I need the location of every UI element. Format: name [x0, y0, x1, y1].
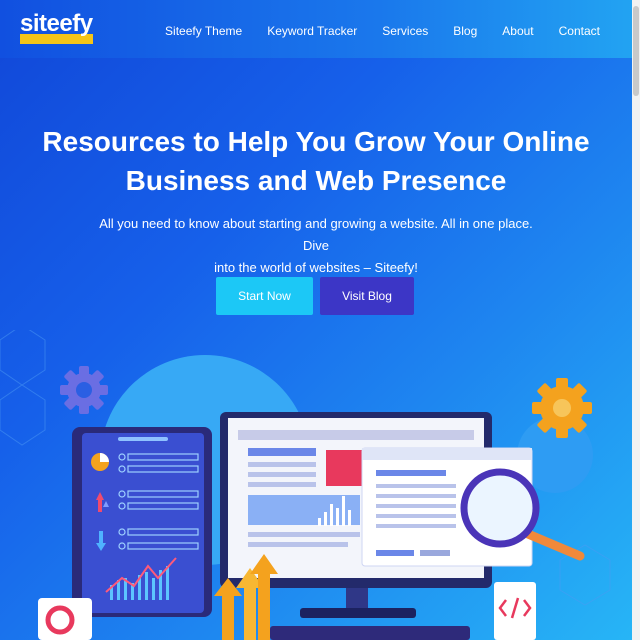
nav-item-keyword-tracker[interactable]: Keyword Tracker: [267, 24, 357, 38]
hero-subtitle-line-2: into the world of websites – Siteefy!: [214, 260, 418, 275]
hero-illustration: [0, 330, 611, 640]
hero-subtitle: All you need to know about starting and …: [90, 213, 542, 279]
start-now-button[interactable]: Start Now: [216, 277, 313, 315]
nav-item-services[interactable]: Services: [382, 24, 428, 38]
scrollbar-thumb[interactable]: [633, 6, 639, 96]
visit-blog-button[interactable]: Visit Blog: [320, 277, 414, 315]
gear-icon: [60, 366, 108, 414]
siteefy-logo[interactable]: siteefy: [20, 10, 94, 46]
main-nav: Siteefy Theme Keyword Tracker Services B…: [140, 24, 600, 38]
page-scrollbar[interactable]: [632, 0, 640, 640]
site-header: siteefy Siteefy Theme Keyword Tracker Se…: [0, 0, 632, 58]
keyboard: [270, 626, 470, 640]
gear-icon: [532, 378, 592, 438]
location-pin-icon: [38, 598, 92, 640]
pie-chart-icon: [91, 453, 109, 471]
nav-item-siteefy-theme[interactable]: Siteefy Theme: [165, 24, 242, 38]
nav-item-about[interactable]: About: [502, 24, 533, 38]
hero-title: Resources to Help You Grow Your Online B…: [20, 122, 612, 200]
hero-title-line-1: Resources to Help You Grow Your Online: [42, 126, 590, 157]
tablet-icon: [72, 427, 212, 617]
code-icon: [494, 582, 536, 640]
hero-title-line-2: Business and Web Presence: [125, 165, 507, 196]
hero-subtitle-line-1: All you need to know about starting and …: [99, 216, 533, 253]
nav-item-contact[interactable]: Contact: [559, 24, 600, 38]
nav-item-blog[interactable]: Blog: [453, 24, 477, 38]
logo-text: siteefy: [20, 10, 93, 37]
